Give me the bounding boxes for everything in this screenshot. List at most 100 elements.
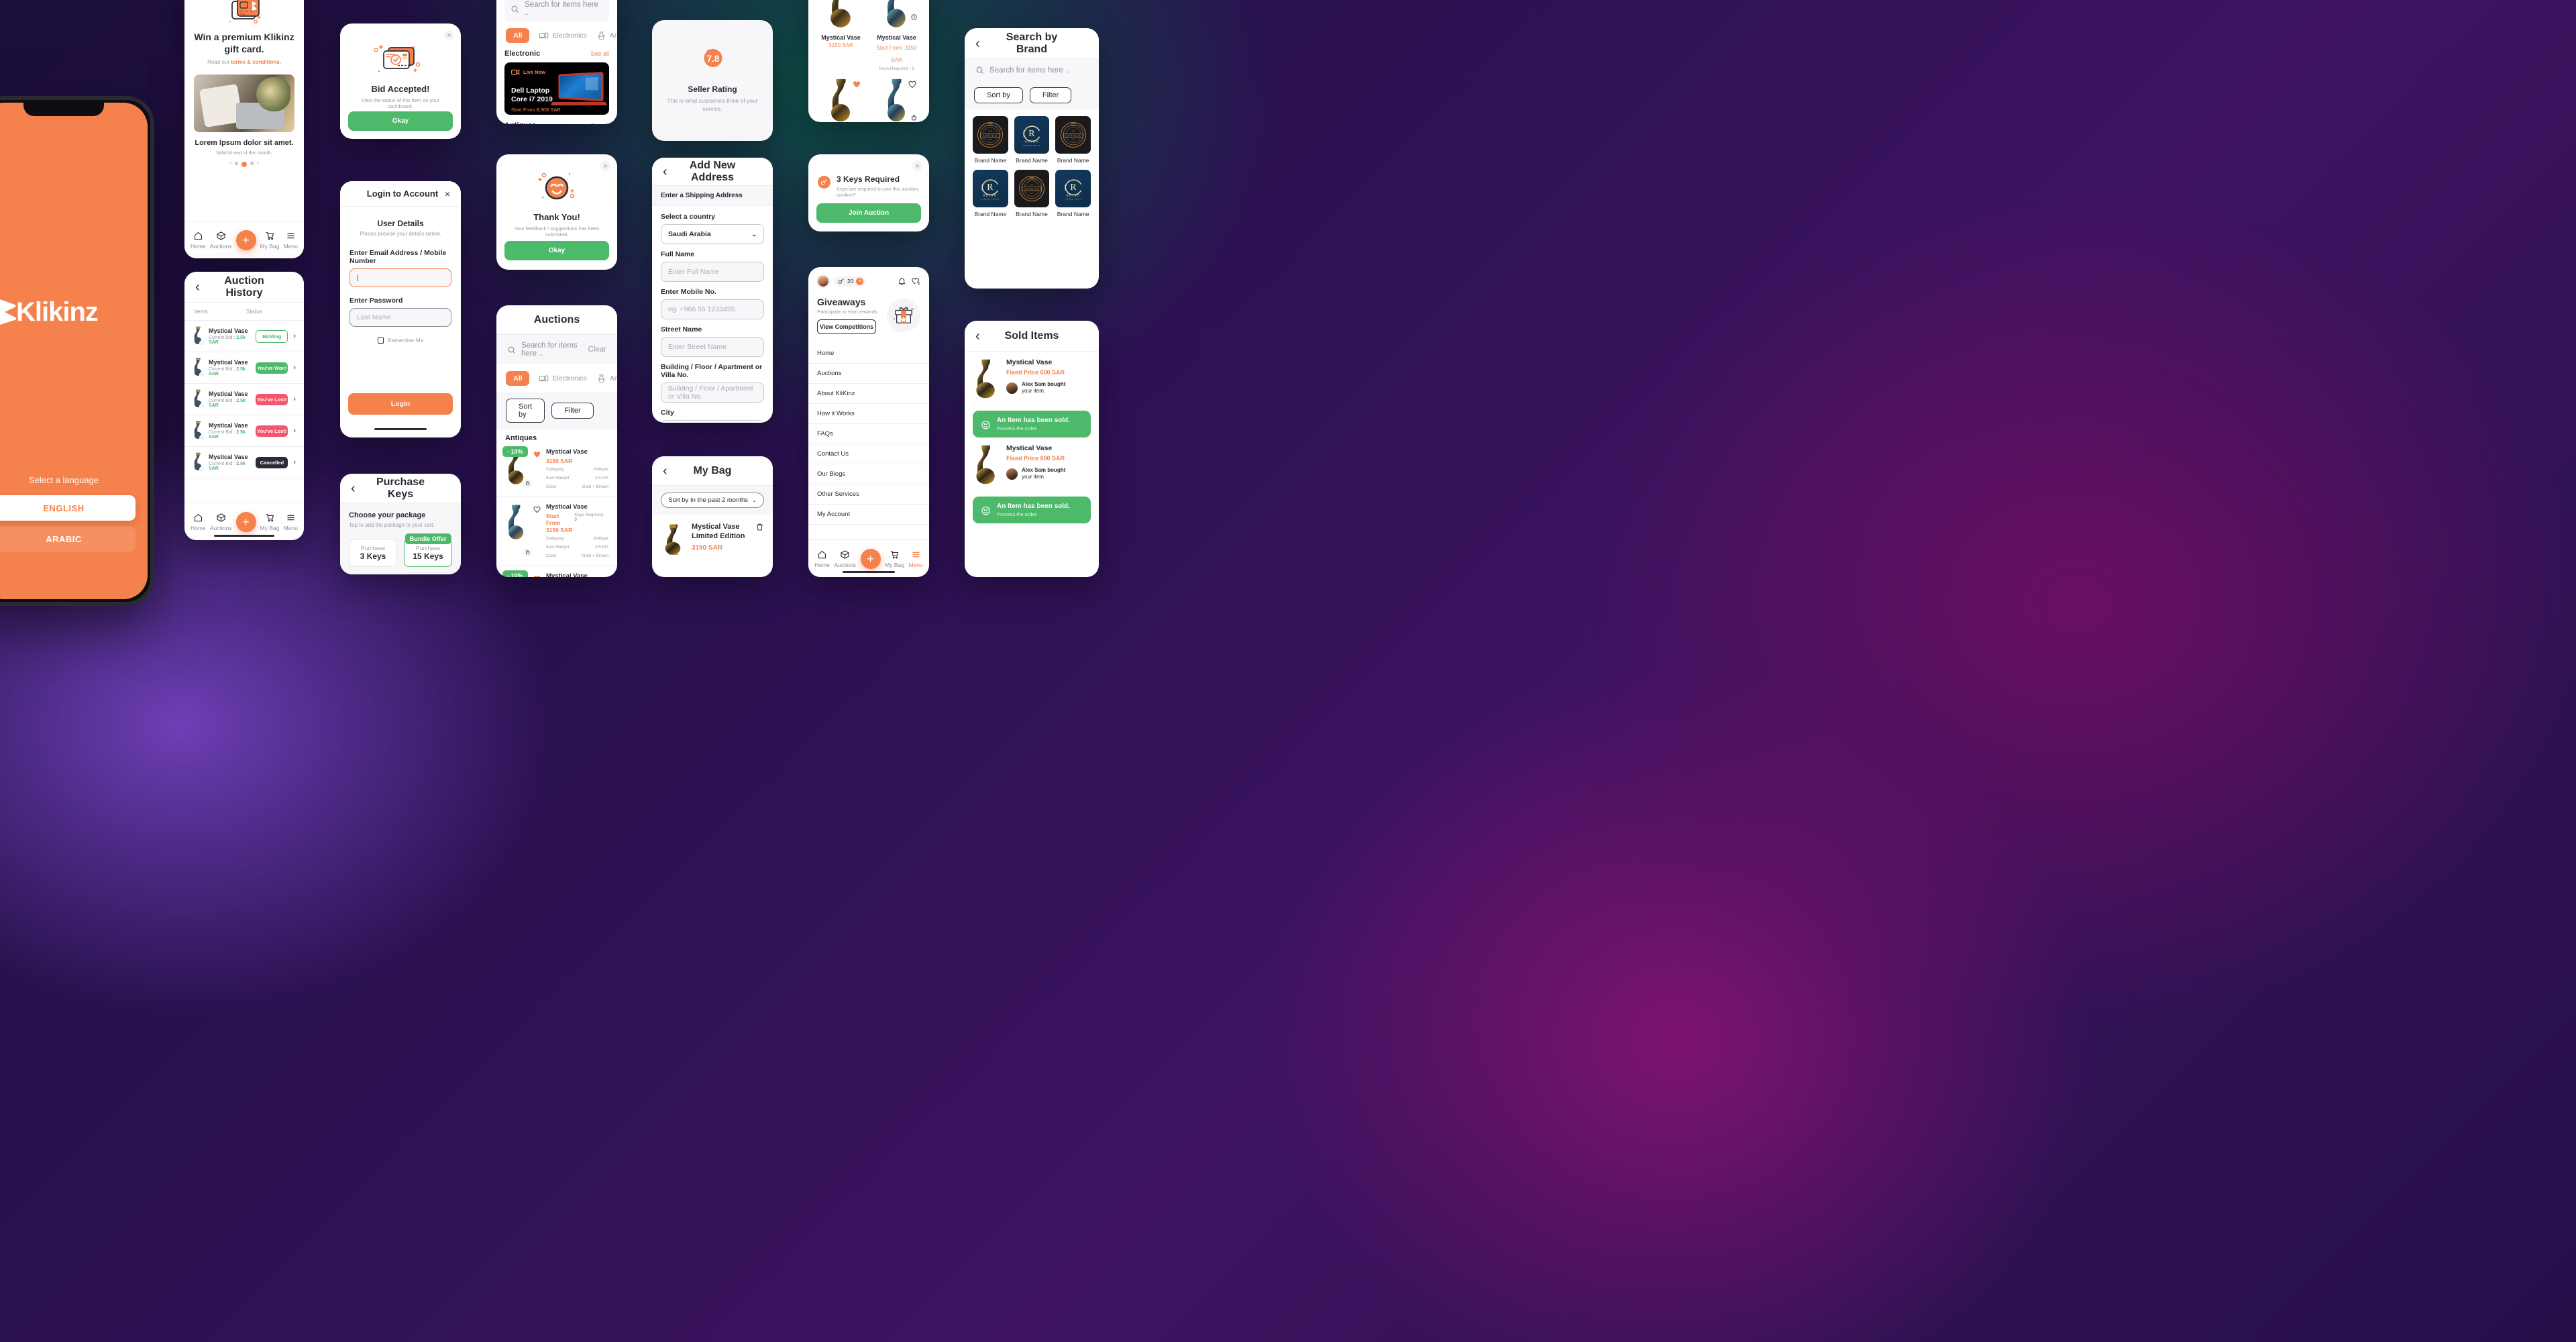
password-field[interactable]: Last Name [350, 308, 451, 327]
category-tab-electronics[interactable]: Electronics [539, 31, 587, 41]
add-fab-button[interactable]: + [235, 511, 256, 532]
add-keys-icon[interactable]: + [856, 277, 864, 285]
select-input[interactable]: Riyadh ⌄ [661, 420, 764, 423]
back-icon[interactable]: ‹ [663, 464, 678, 478]
chevron-right-icon[interactable]: › [293, 458, 296, 466]
dot[interactable] [229, 162, 231, 164]
category-tab-all[interactable]: All [506, 371, 530, 386]
menu-item[interactable]: My Account [808, 505, 929, 525]
terms-link[interactable]: terms & conditions. [231, 59, 281, 65]
add-fab-button[interactable]: + [235, 229, 256, 250]
tab-auctions[interactable]: Auctions [210, 231, 231, 250]
product-card[interactable] [871, 78, 922, 122]
table-row[interactable]: Mystical Vase Current Bid : 2.5k SAR Can… [184, 447, 304, 478]
chevron-right-icon[interactable]: › [293, 427, 296, 435]
auction-items-list[interactable]: - 10% Mystical Vase 3150 SAR Category An… [496, 442, 617, 577]
package-card-bundle[interactable]: Bundle Offer Purchase 15 Keys [404, 533, 452, 567]
package-card[interactable]: Purchase 3 Keys [349, 539, 397, 567]
heart-filled-icon[interactable] [533, 574, 541, 577]
back-icon[interactable]: ‹ [663, 165, 678, 178]
dot[interactable] [257, 162, 259, 164]
language-option-arabic[interactable]: ARABIC [0, 526, 136, 552]
sort-filter-bar[interactable]: Sort by Filter [496, 393, 617, 429]
brand-card[interactable]: R RETRO PREMIUM DESIGN Brand Name [1014, 116, 1050, 164]
trash-icon[interactable] [755, 523, 764, 531]
brand-card[interactable]: ANTIQUE THE VIEWS Brand Name [1014, 170, 1050, 217]
back-icon[interactable]: ‹ [351, 482, 366, 495]
join-auction-button[interactable]: Join Auction [816, 203, 921, 223]
search-bar[interactable]: Search for items here .. [504, 0, 609, 21]
category-tab-electronics[interactable]: Electronics [539, 374, 587, 384]
table-row[interactable]: Mystical Vase Current Bid : 2.5k SAR You… [184, 384, 304, 415]
list-item[interactable]: Mystical Vase Start From 3150 SAR Keys Re… [496, 497, 617, 566]
search-bar[interactable]: Search for items here .. [965, 59, 1099, 81]
login-button[interactable]: Login [348, 393, 453, 415]
list-item[interactable]: - 10% Mystical Vase 3150 SAR [496, 566, 617, 577]
heart-filled-icon[interactable] [853, 81, 861, 89]
list-item[interactable]: - 10% Mystical Vase 3150 SAR [496, 442, 617, 498]
table-row[interactable]: Mystical Vase Current Bid : 2.5k SAR You… [184, 415, 304, 447]
dot[interactable] [250, 162, 254, 166]
menu-item[interactable]: How it Works [808, 404, 929, 424]
chevron-right-icon[interactable]: › [293, 332, 296, 340]
status-badge[interactable]: You've Lost! [256, 393, 288, 405]
status-badge[interactable]: You've Lost! [256, 425, 288, 437]
heart-outline-icon[interactable] [908, 81, 916, 89]
tab-menu[interactable]: Menu [284, 231, 298, 250]
tab-menu[interactable]: Menu [284, 513, 298, 531]
category-tab-all[interactable]: All [506, 28, 530, 43]
dot[interactable] [235, 162, 238, 166]
brand-grid[interactable]: ANTIQUE THE VIEWS Brand Name R RETRO PRE… [965, 109, 1099, 224]
sort-by-button[interactable]: Sort by [974, 87, 1023, 103]
bell-icon[interactable] [898, 277, 906, 286]
text-input[interactable]: Enter Street Name [661, 337, 764, 357]
category-tab-antiques[interactable]: Antiques [596, 31, 617, 41]
okay-button[interactable]: Okay [504, 241, 609, 260]
add-fab-button[interactable]: + [860, 548, 881, 569]
category-tabs[interactable]: All Electronics Antiques Art Fine [496, 21, 617, 50]
brand-card[interactable]: ANTIQUE THE VIEWS Brand Name [1055, 116, 1091, 164]
category-tabs[interactable]: All Electronics Antiques Art Fine [496, 364, 617, 393]
heart-filled-icon[interactable] [533, 450, 541, 491]
chevron-right-icon[interactable]: › [293, 395, 296, 403]
close-icon[interactable]: × [439, 189, 450, 199]
avatar[interactable] [817, 275, 829, 287]
status-badge[interactable]: Bidding [256, 329, 288, 343]
sold-item-entry[interactable]: Mystical Vase Fixed Price 600 SAR Alex S… [965, 437, 1099, 523]
tab-menu-active[interactable]: Menu [908, 550, 923, 568]
back-icon[interactable]: ‹ [975, 37, 990, 50]
category-tab-antiques[interactable]: Antiques [596, 374, 617, 384]
brand-card[interactable]: R RETRO PREMIUM DESIGN Brand Name [973, 170, 1008, 217]
menu-item[interactable]: FAQs [808, 424, 929, 444]
product-card[interactable]: Mystical Vase Start From 3150 SAR Keys R… [871, 0, 922, 71]
live-auction-card[interactable]: Live Now Dell Laptop Core i7 2019 Start … [504, 62, 609, 115]
cart-add-icon[interactable] [523, 479, 532, 488]
keys-chip[interactable]: 20 + [834, 276, 867, 287]
brand-card[interactable]: R RETRO PREMIUM DESIGN Brand Name [1055, 170, 1091, 217]
select-input[interactable]: Saudi Arabia ⌄ [661, 224, 764, 244]
menu-item[interactable]: Auctions [808, 364, 929, 384]
clear-button[interactable]: Clear [588, 346, 606, 354]
brand-card[interactable]: ANTIQUE THE VIEWS Brand Name [973, 116, 1008, 164]
back-icon[interactable]: ‹ [195, 280, 210, 294]
cart-add-icon[interactable] [523, 548, 532, 557]
tab-auctions[interactable]: Auctions [210, 513, 231, 531]
bottom-tabbar[interactable]: Home Auctions + My Bag Menu [184, 221, 304, 258]
tab-mybag[interactable]: My Bag [260, 513, 280, 531]
tab-home[interactable]: Home [191, 513, 206, 531]
tab-home[interactable]: Home [191, 231, 206, 250]
close-button[interactable]: × [912, 161, 922, 171]
close-button[interactable]: × [444, 30, 454, 40]
tab-mybag[interactable]: My Bag [260, 231, 280, 250]
sort-dropdown[interactable]: Sort by In the past 2 months ⌄ [661, 493, 764, 508]
language-option-english[interactable]: ENGLISH [0, 495, 136, 521]
tab-auctions[interactable]: Auctions [834, 550, 856, 568]
filter-button[interactable]: Filter [1029, 87, 1072, 103]
address-form[interactable]: Select a country Saudi Arabia ⌄ Full Nam… [652, 206, 773, 423]
tab-home[interactable]: Home [814, 550, 830, 568]
product-card[interactable] [816, 78, 866, 122]
sold-item-entry[interactable]: Mystical Vase Fixed Price 600 SAR Alex S… [965, 352, 1099, 437]
bag-item-row[interactable]: Mystical Vase Limited Edition 3150 SAR [652, 515, 773, 558]
status-badge[interactable]: Cancelled [256, 456, 288, 468]
sort-filter-bar[interactable]: Sort by Filter [965, 81, 1099, 109]
